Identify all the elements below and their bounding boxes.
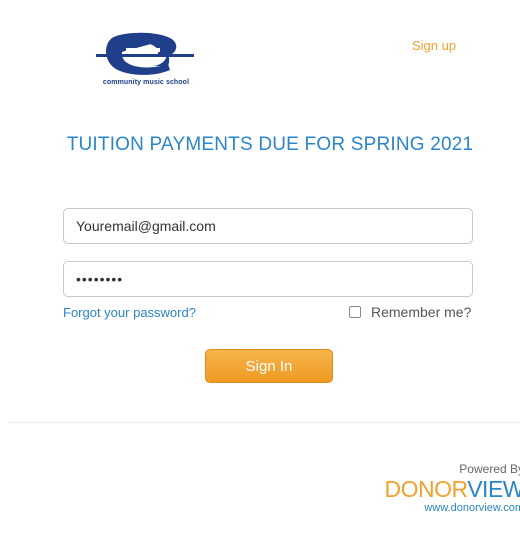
donorview-logo: DONORVIEW <box>385 476 520 502</box>
donorview-url[interactable]: www.donorview.com <box>385 502 520 515</box>
password-field[interactable] <box>63 261 473 297</box>
logo-text: community music school <box>102 79 190 86</box>
login-page: community music school Sign up TUITION P… <box>0 0 520 547</box>
brand-donor-text: DONOR <box>384 476 468 502</box>
community-music-school-logo[interactable]: community music school <box>92 30 200 92</box>
powered-by-donorview[interactable]: Powered By DONORVIEW www.donorview.com <box>385 462 520 515</box>
remember-me-checkbox[interactable] <box>349 306 361 318</box>
powered-by-label: Powered By <box>459 462 520 476</box>
email-field[interactable] <box>63 208 473 244</box>
page-title: TUITION PAYMENTS DUE FOR SPRING 2021 <box>66 134 474 155</box>
sign-up-link[interactable]: Sign up <box>412 38 456 53</box>
sign-in-button[interactable]: Sign In <box>205 349 333 383</box>
remember-me-option[interactable]: Remember me? <box>349 304 471 320</box>
footer-divider <box>9 422 520 423</box>
forgot-password-link[interactable]: Forgot your password? <box>63 305 196 320</box>
brand-view-text: VIEW <box>467 476 520 502</box>
logo-mark-icon <box>96 32 194 75</box>
remember-me-label: Remember me? <box>371 304 472 320</box>
